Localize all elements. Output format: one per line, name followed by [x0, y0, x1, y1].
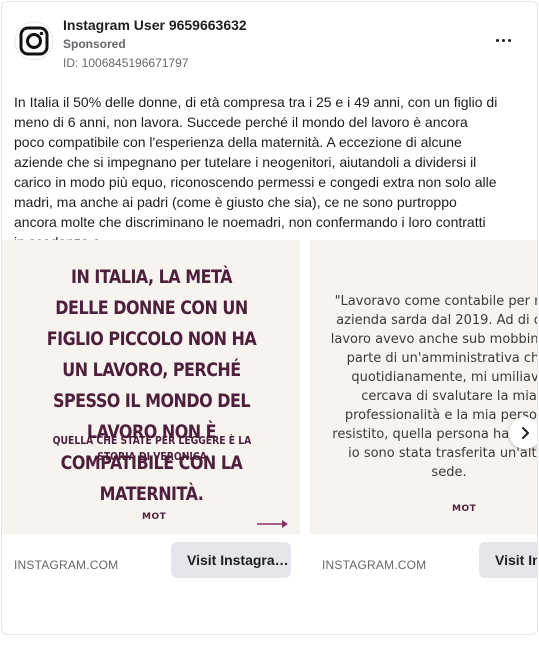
page-name[interactable]: Instagram User 9659663632	[63, 17, 247, 33]
more-options-icon[interactable]	[489, 26, 517, 54]
sponsored-label: Sponsored	[63, 37, 126, 51]
post-header: Instagram User 9659663632 Sponsored ID: …	[14, 16, 525, 72]
link-domain: INSTAGRAM.COM	[322, 558, 427, 572]
instagram-logo-icon[interactable]	[14, 21, 54, 61]
visit-profile-button[interactable]: Visit Instagram profile	[479, 542, 537, 578]
arrow-right-icon	[257, 520, 288, 528]
card-headline: In Italia, la metà delle donne con un fi…	[46, 266, 257, 505]
card-footer: INSTAGRAM.COM Visit Instagram profile	[310, 534, 537, 585]
carousel: In Italia, la metà delle donne con un fi…	[2, 240, 538, 585]
card-image[interactable]: "Lavoravo come contabile per nota aziend…	[310, 240, 538, 534]
card-subline: Quella che state per leggere è la storia…	[52, 434, 252, 463]
link-domain: INSTAGRAM.COM	[14, 558, 119, 572]
card-footer: INSTAGRAM.COM Visit Instagram profile	[2, 534, 300, 585]
visit-profile-button[interactable]: Visit Instagram profile	[171, 542, 291, 578]
brand-logo: MOT	[452, 504, 477, 514]
brand-logo: MOT	[142, 512, 167, 522]
carousel-card[interactable]: In Italia, la metà delle donne con un fi…	[2, 240, 300, 585]
ad-id: ID: 1006845196671797	[63, 56, 189, 70]
card-quote: "Lavoravo come contabile per nota aziend…	[330, 294, 538, 480]
carousel-card[interactable]: "Lavoravo come contabile per nota aziend…	[310, 240, 538, 585]
post-body-text: In Italia il 50% delle donne, di età com…	[14, 94, 498, 250]
chevron-right-icon[interactable]	[509, 417, 537, 449]
card-image[interactable]: In Italia, la metà delle donne con un fi…	[2, 240, 300, 534]
ad-card: Instagram User 9659663632 Sponsored ID: …	[1, 1, 538, 635]
